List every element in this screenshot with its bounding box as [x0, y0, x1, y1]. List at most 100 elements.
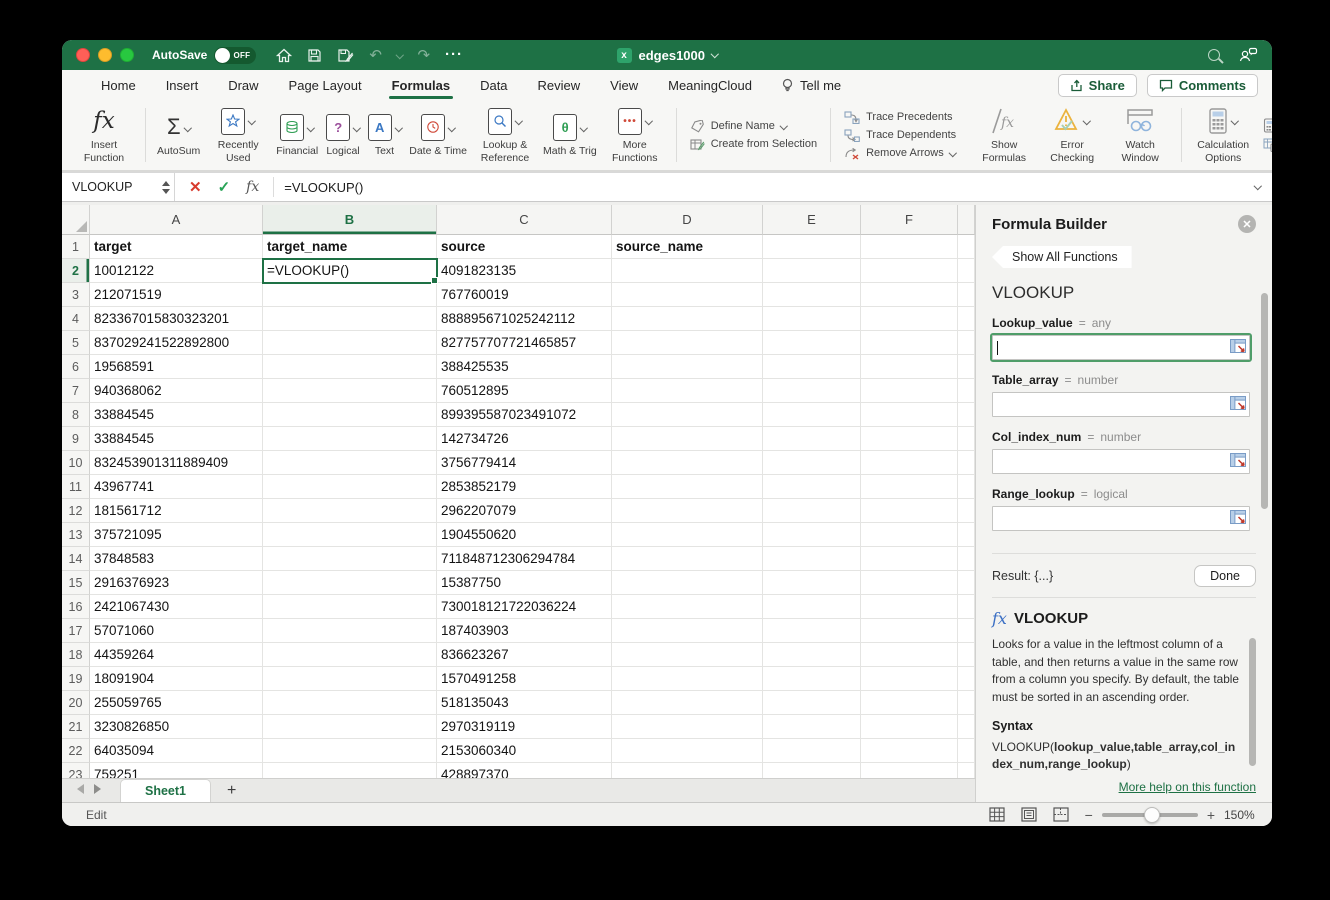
row-header-12[interactable]: 12: [62, 499, 90, 523]
cell-D7[interactable]: [612, 379, 763, 403]
cancel-entry-icon[interactable]: ✕: [189, 178, 202, 196]
cell-E22[interactable]: [763, 739, 861, 763]
cell-F6[interactable]: [861, 355, 958, 379]
cell-A13[interactable]: 375721095: [90, 523, 263, 547]
range-picker-icon[interactable]: [1230, 510, 1246, 529]
cell-G6[interactable]: [958, 355, 975, 379]
calculation-options-button[interactable]: Calculation Options: [1189, 104, 1257, 166]
cell-C6[interactable]: 388425535: [437, 355, 612, 379]
text-button[interactable]: A Text: [364, 110, 406, 159]
cell-D8[interactable]: [612, 403, 763, 427]
cell-C14[interactable]: 711848712306294784: [437, 547, 612, 571]
zoom-in-button[interactable]: +: [1207, 809, 1215, 821]
cell-A11[interactable]: 43967741: [90, 475, 263, 499]
cell-F9[interactable]: [861, 427, 958, 451]
cell-B12[interactable]: [263, 499, 437, 523]
row-header-20[interactable]: 20: [62, 691, 90, 715]
cell-F2[interactable]: [861, 259, 958, 283]
range-picker-icon[interactable]: [1230, 339, 1246, 358]
zoom-slider[interactable]: [1102, 813, 1198, 817]
cell-C23[interactable]: 428897370: [437, 763, 612, 778]
recently-used-button[interactable]: Recently Used: [204, 104, 272, 166]
row-header-8[interactable]: 8: [62, 403, 90, 427]
cell-E19[interactable]: [763, 667, 861, 691]
cell-A12[interactable]: 181561712: [90, 499, 263, 523]
cell-D12[interactable]: [612, 499, 763, 523]
cell-E8[interactable]: [763, 403, 861, 427]
cell-G11[interactable]: [958, 475, 975, 499]
cell-F22[interactable]: [861, 739, 958, 763]
cell-C22[interactable]: 2153060340: [437, 739, 612, 763]
cell-D21[interactable]: [612, 715, 763, 739]
column-header-partial[interactable]: [958, 205, 975, 235]
add-sheet-button[interactable]: +: [227, 782, 236, 800]
row-header-13[interactable]: 13: [62, 523, 90, 547]
tab-meaningcloud[interactable]: MeaningCloud: [653, 70, 767, 100]
cell-D13[interactable]: [612, 523, 763, 547]
cell-E3[interactable]: [763, 283, 861, 307]
watch-window-button[interactable]: Watch Window: [1106, 104, 1174, 166]
share-button[interactable]: Share: [1058, 74, 1137, 97]
cell-A8[interactable]: 33884545: [90, 403, 263, 427]
cell-D16[interactable]: [612, 595, 763, 619]
sheet-nav-left-icon[interactable]: [77, 784, 84, 794]
cell-C13[interactable]: 1904550620: [437, 523, 612, 547]
cell-C4[interactable]: 888895671025242112: [437, 307, 612, 331]
cell-D2[interactable]: [612, 259, 763, 283]
column-header-E[interactable]: E: [763, 205, 861, 235]
range-picker-icon[interactable]: [1230, 453, 1246, 472]
cell-F1[interactable]: [861, 235, 958, 259]
row-header-5[interactable]: 5: [62, 331, 90, 355]
row-header-6[interactable]: 6: [62, 355, 90, 379]
math-trig-button[interactable]: θ Math & Trig: [539, 110, 601, 159]
cell-D4[interactable]: [612, 307, 763, 331]
cell-C9[interactable]: 142734726: [437, 427, 612, 451]
cell-A1[interactable]: target: [90, 235, 263, 259]
row-header-23[interactable]: 23: [62, 763, 90, 778]
tab-insert[interactable]: Insert: [151, 70, 214, 100]
calculate-now-button[interactable]: Calculate Now: [1263, 118, 1272, 133]
cell-C8[interactable]: 899395587023491072: [437, 403, 612, 427]
share-people-icon[interactable]: [1238, 47, 1258, 63]
cell-E12[interactable]: [763, 499, 861, 523]
lookup-reference-button[interactable]: Lookup & Reference: [471, 104, 539, 166]
cell-F12[interactable]: [861, 499, 958, 523]
cell-A18[interactable]: 44359264: [90, 643, 263, 667]
cell-B23[interactable]: [263, 763, 437, 778]
row-header-16[interactable]: 16: [62, 595, 90, 619]
cell-E5[interactable]: [763, 331, 861, 355]
cell-G15[interactable]: [958, 571, 975, 595]
remove-arrows-button[interactable]: Remove Arrows: [844, 147, 956, 160]
cell-F10[interactable]: [861, 451, 958, 475]
cell-E7[interactable]: [763, 379, 861, 403]
cell-C16[interactable]: 730018121722036224: [437, 595, 612, 619]
cell-B4[interactable]: [263, 307, 437, 331]
help-scrollbar[interactable]: [1249, 638, 1256, 766]
formula-input[interactable]: =VLOOKUP(): [274, 173, 1254, 201]
cell-C1[interactable]: source: [437, 235, 612, 259]
col-index-num-input[interactable]: [992, 449, 1250, 474]
cell-G23[interactable]: [958, 763, 975, 778]
cell-D11[interactable]: [612, 475, 763, 499]
cell-D3[interactable]: [612, 283, 763, 307]
cell-B13[interactable]: [263, 523, 437, 547]
cell-E2[interactable]: [763, 259, 861, 283]
cell-C2[interactable]: 4091823135: [437, 259, 612, 283]
zoom-slider-thumb[interactable]: [1144, 807, 1160, 823]
cell-B20[interactable]: [263, 691, 437, 715]
sheet-tab-sheet1[interactable]: Sheet1: [120, 779, 211, 802]
cell-A9[interactable]: 33884545: [90, 427, 263, 451]
row-header-10[interactable]: 10: [62, 451, 90, 475]
cell-G8[interactable]: [958, 403, 975, 427]
cell-A7[interactable]: 940368062: [90, 379, 263, 403]
range-picker-icon[interactable]: [1230, 396, 1246, 415]
logical-button[interactable]: ? Logical: [322, 110, 364, 159]
cell-B8[interactable]: [263, 403, 437, 427]
sheet-nav-right-icon[interactable]: [94, 784, 101, 794]
cell-B2[interactable]: =VLOOKUP(): [263, 259, 437, 283]
cell-B9[interactable]: [263, 427, 437, 451]
cell-F15[interactable]: [861, 571, 958, 595]
cell-G17[interactable]: [958, 619, 975, 643]
tab-data[interactable]: Data: [465, 70, 522, 100]
cell-F16[interactable]: [861, 595, 958, 619]
